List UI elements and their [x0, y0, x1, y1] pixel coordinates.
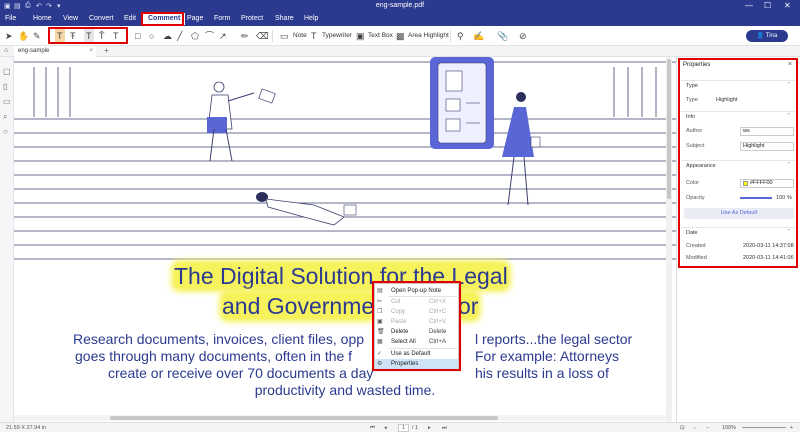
page-number-input[interactable]: 1 [398, 424, 410, 432]
horizontal-scrollbar[interactable] [14, 415, 666, 421]
polygon-tool-icon[interactable]: ⬠ [191, 29, 199, 43]
edit-comment-icon[interactable]: ✎ [33, 29, 41, 43]
menu-page[interactable]: Page [187, 15, 203, 22]
new-tab-button[interactable]: + [104, 46, 109, 55]
woman-with-papers-figure [207, 81, 276, 162]
horizontal-scroll-thumb[interactable] [110, 416, 498, 420]
body-text-line-2: goes through many documents, often in th… [75, 348, 353, 364]
attachment-icon[interactable]: 📎 [497, 29, 508, 43]
minimize-icon[interactable]: — [745, 1, 753, 10]
attachments-icon[interactable]: ⌕ [3, 112, 7, 122]
steps-illustration [14, 57, 676, 260]
document-canvas[interactable]: The Digital Solution for the Legal and G… [14, 57, 676, 422]
status-bar: 21.59 X 27.94 in ⏮ ◂ 1 / 1 ▸ ⏭ ⊡ ⇔ − 100… [0, 422, 800, 432]
home-icon[interactable]: ⌂ [4, 47, 8, 54]
toolbar-divider [450, 30, 451, 42]
body-text-line-4: productivity and wasted time. [254, 382, 436, 398]
first-page-icon[interactable]: ⏮ [370, 425, 375, 432]
zoom-in-icon[interactable]: + [790, 425, 793, 431]
oval-tool-icon[interactable]: ○ [149, 29, 154, 43]
vertical-scroll-thumb[interactable] [667, 59, 671, 199]
fit-width-icon[interactable]: ⇔ [692, 425, 698, 431]
thumbnails-icon[interactable]: ▢ [3, 67, 11, 76]
text-markup-tools-annotation-box [48, 27, 128, 44]
page-total: / 1 [412, 425, 419, 431]
textbox-button[interactable]: Text Box [368, 30, 393, 42]
body-text-line-3-end: his results in a loss of [475, 365, 609, 381]
menu-form[interactable]: Form [214, 15, 230, 22]
rectangle-tool-icon[interactable]: □ [135, 29, 140, 43]
body-text-line-1: Research documents, invoices, client fil… [73, 331, 365, 347]
user-icon: 👤 [756, 33, 766, 39]
fit-page-icon[interactable]: ⊡ [680, 425, 685, 431]
line-tool-icon[interactable]: ╱ [177, 29, 182, 43]
typewriter-icon[interactable]: T [311, 29, 317, 43]
signature-icon[interactable]: ✍ [473, 29, 484, 43]
vertical-scrollbar[interactable] [666, 57, 672, 422]
hide-comments-icon[interactable]: ⊘ [519, 29, 527, 43]
arrow-tool-icon[interactable]: ↗ [219, 29, 227, 43]
body-text-line-1-end: l reports...the legal sector [475, 331, 633, 347]
menu-share[interactable]: Share [275, 15, 294, 22]
menu-view[interactable]: View [63, 15, 78, 22]
left-sidebar: ▢ ▯ ▭ ⌕ ○ [0, 57, 14, 422]
menu-edit[interactable]: Edit [124, 15, 136, 22]
comment-menu-annotation-box [141, 12, 184, 26]
context-menu-annotation-box [372, 281, 461, 371]
document-tab-bar: ⌂ eng-sample × + [0, 46, 800, 57]
last-page-icon[interactable]: ⏭ [442, 425, 447, 432]
menu-protect[interactable]: Protect [241, 15, 263, 22]
window-title: eng-sample.pdf [375, 2, 425, 9]
area-highlight-icon[interactable]: ▩ [396, 29, 405, 43]
pencil-tool-icon[interactable]: ✏ [241, 29, 249, 43]
note-button[interactable]: Note [293, 30, 307, 42]
menu-home[interactable]: Home [33, 15, 52, 22]
zoom-slider[interactable] [742, 427, 786, 428]
menu-file[interactable]: File [5, 15, 16, 22]
search-icon[interactable]: ○ [3, 127, 8, 136]
toolbar-divider [272, 30, 273, 42]
next-page-icon[interactable]: ▸ [428, 425, 431, 431]
man-lying-figure [256, 192, 357, 226]
stamp-icon[interactable]: ⚲ [457, 29, 464, 43]
hand-tool-icon[interactable]: ✋ [18, 29, 29, 43]
title-bar: ▣ ▤ ⎙ ↶ ↷ ▾ eng-sample.pdf — ☐ ✕ [0, 0, 800, 12]
area-highlight-button[interactable]: Area Highlight [408, 30, 449, 42]
woman-in-dress-figure [502, 92, 541, 206]
comments-icon[interactable]: ▭ [3, 97, 11, 106]
bookmarks-icon[interactable]: ▯ [3, 82, 7, 91]
menu-convert[interactable]: Convert [89, 15, 114, 22]
prev-page-icon[interactable]: ◂ [384, 425, 387, 431]
headline-line-2: and Governme [222, 293, 375, 319]
zoom-out-icon[interactable]: − [706, 425, 709, 431]
typewriter-button[interactable]: Typewriter [322, 30, 352, 42]
menu-bar: File Home View Convert Edit Comment Page… [0, 12, 800, 26]
tab-eng-sample[interactable]: eng-sample × [14, 46, 96, 57]
note-icon[interactable]: ▭ [280, 29, 289, 43]
close-icon[interactable]: ✕ [784, 1, 791, 10]
document-screen-graphic [430, 57, 494, 149]
cloud-tool-icon[interactable]: ☁ [163, 29, 172, 43]
page-size-readout: 21.59 X 27.94 in [6, 425, 47, 431]
polyline-tool-icon[interactable]: ⌒ [205, 29, 214, 43]
body-text-line-2-end: For example: Attorneys [475, 348, 619, 364]
properties-annotation-box [678, 58, 798, 268]
zoom-level[interactable]: 100% [722, 425, 736, 431]
textbox-icon[interactable]: ▣ [356, 29, 365, 43]
headline-line-2-end: or [458, 293, 479, 319]
body-text-line-3: create or receive over 70 documents a da… [108, 365, 374, 381]
select-tool-icon[interactable]: ➤ [5, 29, 13, 43]
tab-close-icon[interactable]: × [89, 46, 93, 57]
user-account-button[interactable]: 👤 Tina [746, 30, 788, 42]
menu-help[interactable]: Help [304, 15, 318, 22]
maximize-icon[interactable]: ☐ [764, 1, 771, 10]
eraser-tool-icon[interactable]: ⌫ [256, 29, 269, 43]
